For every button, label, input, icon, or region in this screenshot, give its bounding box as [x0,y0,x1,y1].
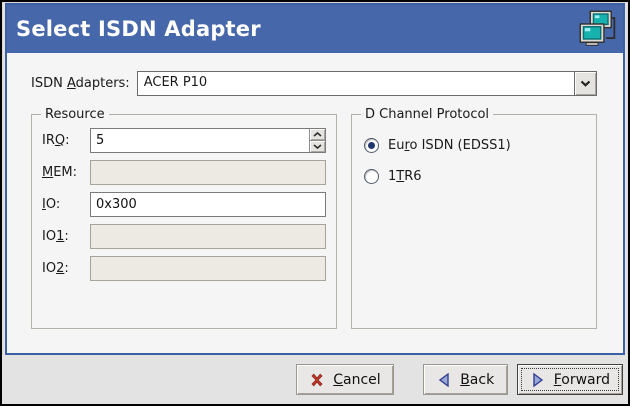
cancel-button[interactable]: Cancel [296,364,393,395]
resource-group: Resource IRQ: [31,107,337,329]
arrow-left-icon [436,372,452,388]
resource-group-title: Resource [41,107,109,122]
mem-input [90,160,326,185]
irq-input[interactable] [90,128,326,153]
dialog-button-bar: Cancel Back Forward [2,355,628,404]
mem-label: MEM: [42,165,84,180]
mem-field-row: MEM: [42,160,326,185]
combobox-dropdown-button[interactable] [574,72,596,95]
adapter-combobox[interactable]: ACER P10 [137,71,597,96]
spin-up-button[interactable] [309,129,325,140]
radio-button-selected[interactable] [364,138,379,153]
radio-label-euro-isdn[interactable]: Euro ISDN (EDSS1) [388,138,511,153]
dialog-header: Select ISDN Adapter [7,5,623,53]
spin-down-button[interactable] [309,140,325,152]
adapter-combobox-value: ACER P10 [138,72,574,95]
radio-option-1tr6[interactable]: 1TR6 [364,169,586,184]
chevron-down-icon [580,80,591,87]
forward-button[interactable]: Forward [517,364,623,395]
io2-input [90,256,326,281]
page-title: Select ISDN Adapter [16,17,261,41]
io-field-row: IO: [42,192,326,217]
select-isdn-adapter-dialog: Select ISDN Adapter [0,0,630,406]
irq-field-row: IRQ: [42,128,326,153]
chevron-down-icon [313,144,322,149]
d-channel-protocol-group: D Channel Protocol Euro ISDN (EDSS1) 1TR… [351,107,597,329]
io-label: IO: [42,197,84,212]
back-button[interactable]: Back [423,364,508,395]
io1-label: IO1: [42,229,84,244]
radio-button-unselected[interactable] [364,169,379,184]
io-input[interactable] [90,192,326,217]
irq-spinbox [90,128,326,153]
irq-spin-buttons [309,129,325,152]
arrow-right-icon [530,372,546,388]
io1-field-row: IO1: [42,224,326,249]
io2-field-row: IO2: [42,256,326,281]
settings-columns: Resource IRQ: [31,107,597,329]
d-channel-protocol-group-title: D Channel Protocol [361,107,493,122]
adapter-selector-label: ISDN Adapters: [31,76,130,91]
chevron-up-icon [313,132,322,137]
adapter-selector-row: ISDN Adapters: ACER P10 [31,71,597,96]
dialog-content: ISDN Adapters: ACER P10 Resource IRQ: [7,53,623,353]
dialog-frame: Select ISDN Adapter [5,3,625,355]
networked-computers-icon [578,8,618,50]
io1-input [90,224,326,249]
radio-label-1tr6[interactable]: 1TR6 [388,169,422,184]
irq-label: IRQ: [42,133,84,148]
cancel-x-icon [309,372,325,388]
radio-option-euro-isdn[interactable]: Euro ISDN (EDSS1) [364,138,586,153]
io2-label: IO2: [42,261,84,276]
